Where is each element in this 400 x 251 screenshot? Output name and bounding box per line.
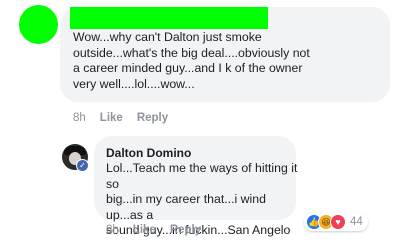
like-link[interactable]: Like [100, 112, 123, 124]
reply-like-link[interactable]: Like [133, 224, 156, 236]
reply-author[interactable]: Dalton Domino [106, 146, 191, 160]
reactions-summary[interactable]: 👍 😆 ♥ 44 [304, 213, 368, 231]
comment-text: Wow...why can't Dalton just smoke outsid… [73, 30, 310, 91]
comment-actions: 8h Like Reply [73, 112, 168, 124]
reply-timestamp[interactable]: 8h [106, 224, 119, 236]
reply-link[interactable]: Reply [137, 112, 168, 124]
reaction-count: 44 [350, 216, 363, 228]
redacted-author-name[interactable] [70, 7, 268, 29]
messenger-badge-icon: ✓ [76, 159, 89, 172]
reply-actions: 8h Like Reply [106, 224, 201, 236]
redacted-avatar[interactable] [19, 5, 58, 44]
reply-reply-link[interactable]: Reply [170, 224, 201, 236]
comment-timestamp[interactable]: 8h [73, 112, 86, 124]
love-icon: ♥ [330, 214, 346, 230]
